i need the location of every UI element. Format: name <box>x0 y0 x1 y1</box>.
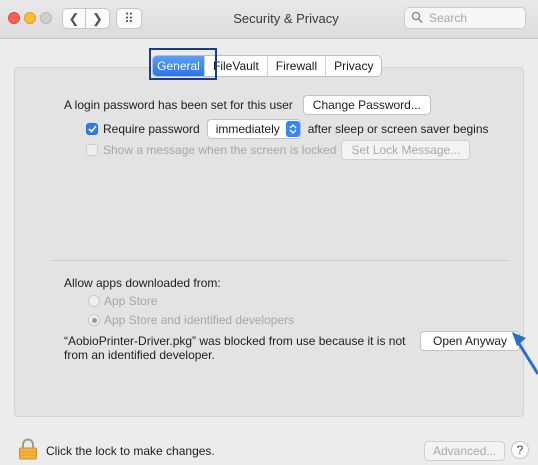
grid-icon: ⠿ <box>124 10 134 26</box>
show-message-checkbox[interactable] <box>86 144 98 156</box>
minimize-window-button[interactable] <box>24 12 36 24</box>
require-password-delay-select[interactable]: immediately <box>206 119 301 139</box>
after-sleep-text: after sleep or screen saver begins <box>307 122 489 136</box>
radio-app-store-row: App Store <box>88 294 157 308</box>
help-button[interactable]: ? <box>511 441 529 459</box>
checkmark-icon <box>87 125 97 133</box>
show-message-row: Show a message when the screen is locked… <box>86 140 471 160</box>
chevron-left-icon: ❮ <box>68 10 80 26</box>
radio-identified-developers-row: App Store and identified developers <box>88 313 294 327</box>
radio-app-store[interactable] <box>88 295 100 307</box>
change-password-button[interactable]: Change Password... <box>302 95 431 115</box>
close-window-button[interactable] <box>8 12 20 24</box>
search-field[interactable]: Search <box>404 7 526 29</box>
radio-selected-dot <box>91 317 97 323</box>
login-password-text: A login password has been set for this u… <box>64 98 293 112</box>
chevron-right-icon: ❯ <box>92 10 103 26</box>
title-bar: ❮ ❯ ⠿ Security & Privacy Search <box>0 0 538 39</box>
tab-firewall[interactable]: Firewall <box>266 56 325 76</box>
tab-privacy[interactable]: Privacy <box>325 56 381 76</box>
window-title: Security & Privacy <box>233 11 339 26</box>
radio-identified-developers[interactable] <box>88 314 100 326</box>
show-message-label: Show a message when the screen is locked <box>103 143 337 157</box>
lock-text: Click the lock to make changes. <box>46 444 215 458</box>
lock-icon[interactable] <box>18 438 38 460</box>
open-anyway-button[interactable]: Open Anyway <box>420 331 521 351</box>
login-password-row: A login password has been set for this u… <box>64 95 431 115</box>
require-password-checkbox[interactable] <box>86 123 98 135</box>
blocked-line-1: “AobioPrinter-Driver.pkg” was blocked fr… <box>64 334 406 348</box>
pointer-arrow-icon <box>512 332 538 375</box>
require-password-label: Require password <box>103 122 200 136</box>
show-all-button[interactable]: ⠿ <box>116 8 142 29</box>
zoom-window-button[interactable] <box>40 12 52 24</box>
general-tab-highlight <box>149 48 217 80</box>
require-password-row: Require password immediately after sleep… <box>86 119 489 139</box>
forward-button[interactable]: ❯ <box>86 8 110 29</box>
updown-arrows-icon <box>285 121 300 137</box>
allow-apps-heading: Allow apps downloaded from: <box>64 276 221 290</box>
radio-identified-developers-label: App Store and identified developers <box>104 313 295 327</box>
section-divider <box>50 260 510 261</box>
security-privacy-window: ❮ ❯ ⠿ Security & Privacy Search General … <box>0 0 538 465</box>
radio-app-store-label: App Store <box>104 294 158 308</box>
require-password-delay-value: immediately <box>215 122 280 136</box>
blocked-line-2: from an identified developer. <box>64 348 215 362</box>
search-icon <box>411 11 423 23</box>
back-button[interactable]: ❮ <box>62 8 86 29</box>
set-lock-message-button[interactable]: Set Lock Message... <box>341 140 471 160</box>
search-placeholder: Search <box>429 11 468 25</box>
advanced-button[interactable]: Advanced... <box>424 441 506 461</box>
